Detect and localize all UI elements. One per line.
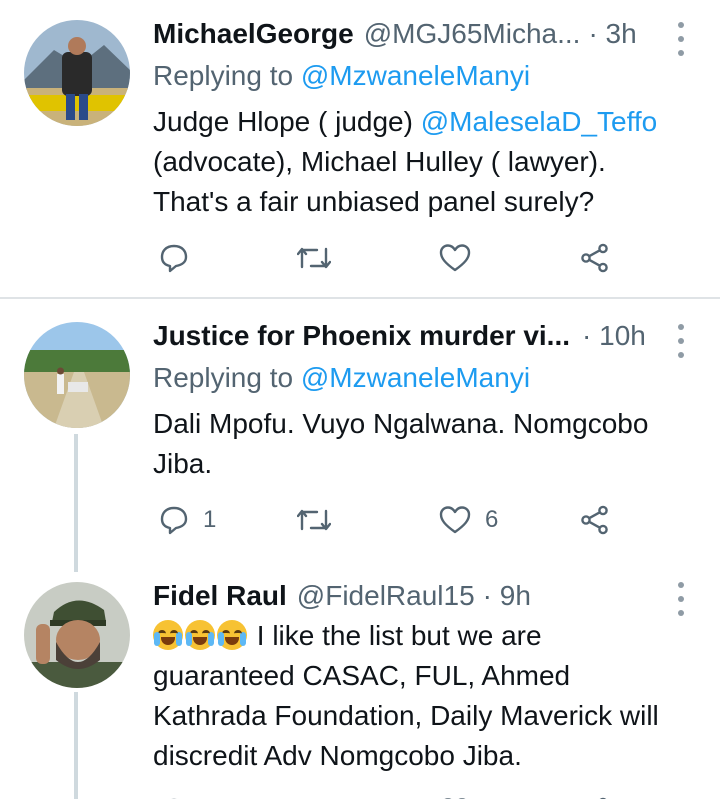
laughing-emoji-icon bbox=[185, 620, 215, 650]
thread-connector bbox=[74, 434, 78, 572]
avatar-justice-for-phoenix[interactable] bbox=[24, 322, 130, 428]
replying-to-mention[interactable]: @MzwaneleManyi bbox=[301, 362, 530, 393]
text-segment: Judge Hlope ( judge) bbox=[153, 106, 421, 137]
share-icon bbox=[581, 243, 608, 273]
crying-laughing-emoji-group: 😂😂😂 bbox=[153, 620, 257, 651]
tweet-text: 😂😂😂 I like the list but we are guarantee… bbox=[153, 616, 703, 776]
timestamp[interactable]: · 9h bbox=[483, 576, 531, 616]
share-button[interactable] bbox=[580, 238, 610, 278]
reply-count: 1 bbox=[203, 506, 217, 533]
tweet-2[interactable]: Justice for Phoenix murder vi... · 10h R… bbox=[0, 300, 720, 572]
author-handle[interactable]: @FidelRaul15 bbox=[297, 576, 475, 616]
text-line: That's a fair unbiased panel surely? bbox=[153, 186, 595, 217]
avatar-fidel-raul[interactable] bbox=[24, 582, 130, 688]
author-name[interactable]: Fidel Raul bbox=[153, 576, 287, 616]
retweet-icon bbox=[297, 509, 331, 531]
tweet-header: Fidel Raul @FidelRaul15 · 9h bbox=[153, 576, 531, 616]
replying-to-mention[interactable]: @MzwaneleManyi bbox=[301, 60, 530, 91]
text-segment: I like the list but we are bbox=[256, 620, 542, 651]
reply-button[interactable]: 1 bbox=[159, 500, 216, 540]
share-icon bbox=[581, 505, 608, 535]
action-bar: 1 6 bbox=[153, 500, 633, 540]
mention-link[interactable]: @MaleselaD_Teffo bbox=[421, 106, 657, 137]
share-button[interactable] bbox=[580, 500, 610, 540]
tweet-text: Judge Hlope ( judge) @MaleselaD_Teffo (a… bbox=[153, 102, 703, 222]
text-line: (advocate), Michael Hulley ( lawyer). bbox=[153, 146, 606, 177]
laughing-emoji-icon bbox=[153, 620, 183, 650]
reply-icon bbox=[160, 506, 188, 535]
retweet-button[interactable] bbox=[297, 238, 331, 278]
retweet-icon bbox=[297, 247, 331, 269]
replying-to: Replying to @MzwaneleManyi bbox=[153, 56, 530, 96]
like-icon bbox=[439, 506, 471, 534]
text-line: guaranteed CASAC, FUL, Ahmed bbox=[153, 660, 571, 691]
text-line: Jiba. bbox=[153, 448, 213, 479]
text-line: Kathrada Foundation, Daily Maverick will bbox=[153, 700, 659, 731]
action-bar bbox=[153, 238, 633, 278]
more-icon[interactable] bbox=[671, 324, 691, 358]
tweet-header: Justice for Phoenix murder vi... · 10h bbox=[153, 316, 646, 356]
reply-button[interactable] bbox=[159, 792, 189, 799]
like-icon bbox=[439, 244, 471, 272]
retweet-button[interactable] bbox=[297, 792, 331, 799]
timestamp[interactable]: · 3h bbox=[588, 14, 636, 54]
tweet-divider bbox=[0, 297, 720, 299]
replying-prefix: Replying to bbox=[153, 60, 301, 91]
like-button[interactable] bbox=[439, 792, 471, 799]
more-icon[interactable] bbox=[671, 582, 691, 616]
tweet-1[interactable]: MichaelGeorge @MGJ65Micha... · 3h Replyi… bbox=[0, 0, 720, 298]
author-name[interactable]: MichaelGeorge bbox=[153, 14, 354, 54]
replying-to: Replying to @MzwaneleManyi bbox=[153, 358, 530, 398]
text-line: Dali Mpofu. Vuyo Ngalwana. Nomgcobo bbox=[153, 408, 649, 439]
reply-icon bbox=[160, 244, 188, 273]
laughing-emoji-icon bbox=[217, 620, 247, 650]
author-handle[interactable]: @MGJ65Micha... bbox=[364, 14, 581, 54]
more-icon[interactable] bbox=[671, 22, 691, 56]
tweet-3[interactable]: Fidel Raul @FidelRaul15 · 9h 😂😂😂 I like … bbox=[0, 572, 720, 799]
text-line: discredit Adv Nomgcobo Jiba. bbox=[153, 740, 522, 771]
action-bar-partial bbox=[153, 792, 633, 799]
timestamp[interactable]: · 10h bbox=[582, 316, 646, 356]
thread-connector bbox=[74, 692, 78, 799]
retweet-button[interactable] bbox=[297, 500, 331, 540]
author-name[interactable]: Justice for Phoenix murder vi... bbox=[153, 316, 570, 356]
avatar-michaelgeorge[interactable] bbox=[24, 20, 130, 126]
reply-button[interactable] bbox=[159, 238, 189, 278]
like-button[interactable] bbox=[439, 238, 471, 278]
tweet-text: Dali Mpofu. Vuyo Ngalwana. Nomgcobo Jiba… bbox=[153, 404, 703, 484]
replying-prefix: Replying to bbox=[153, 362, 301, 393]
tweet-header: MichaelGeorge @MGJ65Micha... · 3h bbox=[153, 14, 637, 54]
like-button[interactable]: 6 bbox=[439, 500, 498, 540]
share-button[interactable] bbox=[580, 792, 610, 799]
like-count: 6 bbox=[485, 506, 499, 533]
